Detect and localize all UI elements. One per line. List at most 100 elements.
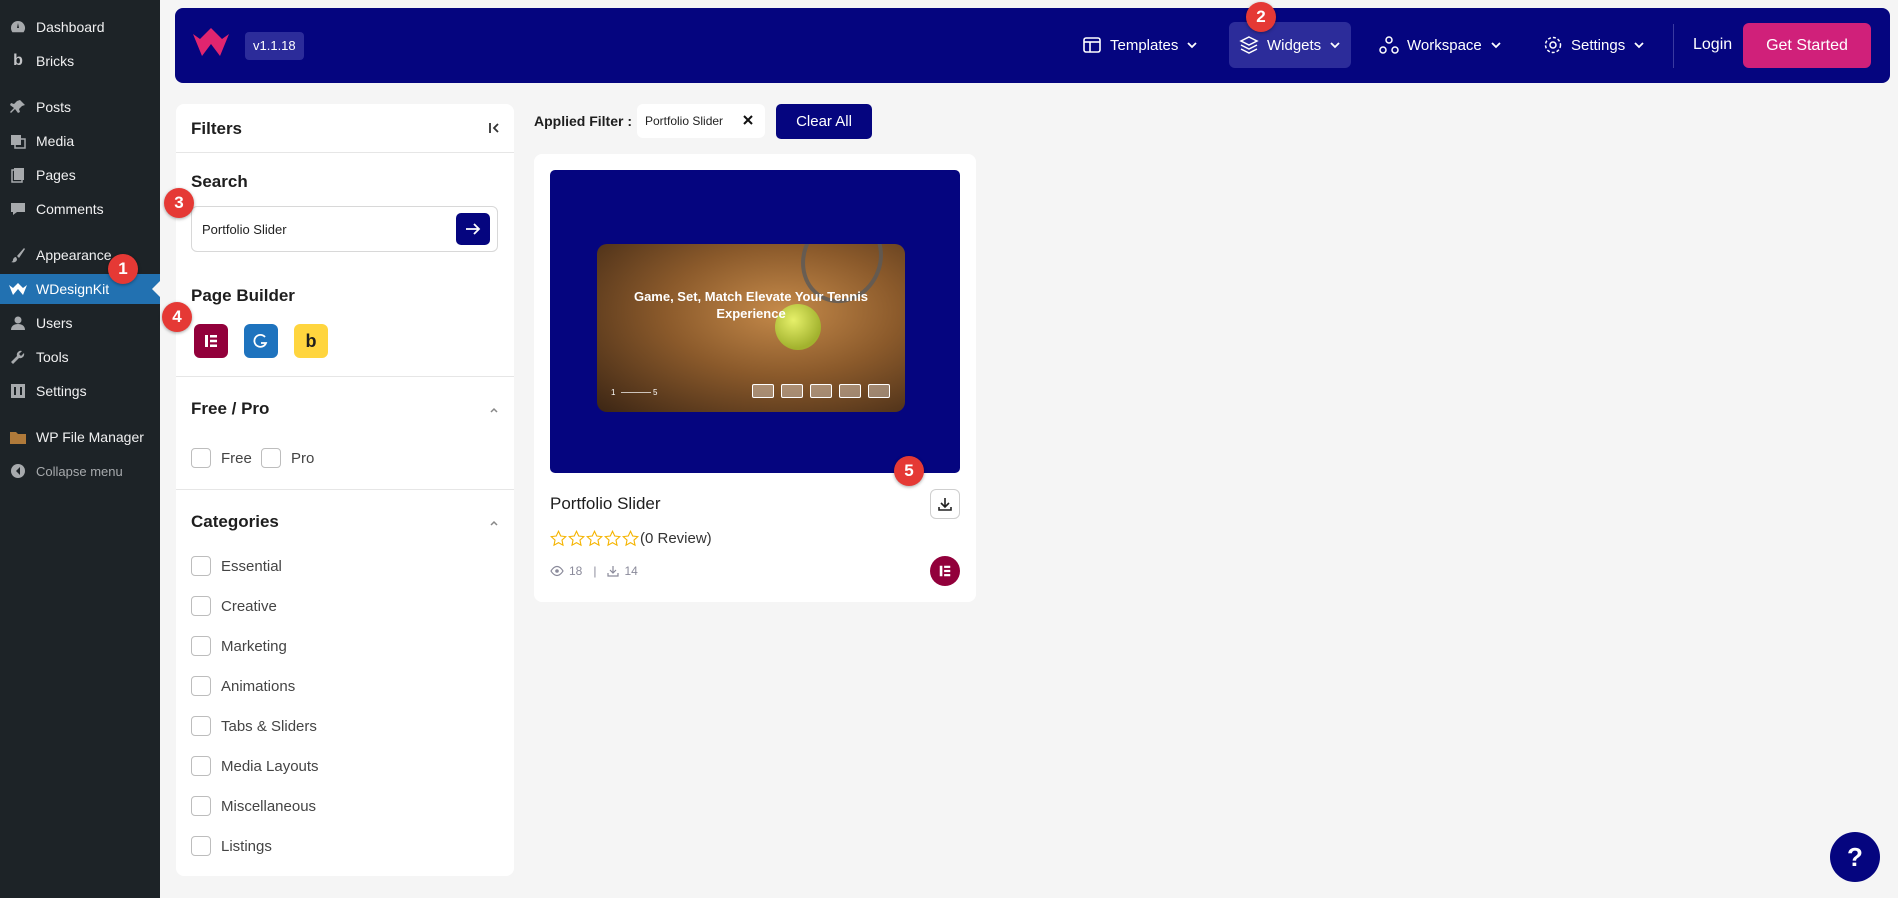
user-icon (8, 313, 28, 333)
nav-templates[interactable]: Templates (1072, 22, 1208, 68)
menu-label: Collapse menu (36, 463, 123, 479)
get-started-button[interactable]: Get Started (1743, 23, 1871, 68)
category-media-layouts[interactable]: Media Layouts (191, 756, 319, 776)
category-marketing[interactable]: Marketing (191, 636, 287, 656)
category-tabs-sliders[interactable]: Tabs & Sliders (191, 716, 317, 736)
gear-icon (1544, 36, 1562, 54)
nav-workspace[interactable]: Workspace (1369, 22, 1512, 68)
chevron-up-icon[interactable] (488, 517, 500, 529)
collapse-panel-icon[interactable] (484, 118, 504, 138)
slide-thumb (868, 384, 890, 398)
nav-label: Templates (1110, 36, 1179, 54)
step-marker-3: 3 (164, 188, 194, 218)
checkbox[interactable] (191, 676, 211, 696)
search-box (191, 206, 498, 252)
menu-collapse[interactable]: Collapse menu (0, 456, 160, 486)
download-button[interactable] (930, 489, 960, 519)
chevron-down-icon (1187, 42, 1198, 49)
widget-card[interactable]: Game, Set, Match Elevate Your Tennis Exp… (534, 154, 976, 602)
menu-posts[interactable]: Posts (0, 92, 160, 122)
category-essential[interactable]: Essential (191, 556, 282, 576)
view-count: 18 (569, 564, 583, 578)
checkbox-label: Essential (221, 557, 282, 575)
checkbox[interactable] (191, 796, 211, 816)
menu-label: Bricks (36, 53, 75, 69)
star-icon (622, 530, 639, 547)
category-miscellaneous[interactable]: Miscellaneous (191, 796, 316, 816)
search-input[interactable] (202, 219, 442, 239)
menu-bricks[interactable]: b Bricks (0, 46, 160, 76)
slide-thumb (810, 384, 832, 398)
slide-page-start: 1 (611, 388, 616, 397)
slide-page-end: 5 (653, 388, 658, 397)
widget-title[interactable]: Portfolio Slider (550, 494, 661, 514)
free-pro-title: Free / Pro (191, 399, 270, 418)
checkbox[interactable] (191, 756, 211, 776)
nav-label: Settings (1571, 36, 1626, 54)
elementor-filter-button[interactable] (194, 324, 228, 358)
menu-pages[interactable]: Pages (0, 160, 160, 190)
menu-wp-file-manager[interactable]: WP File Manager (0, 422, 160, 452)
checkbox[interactable] (261, 448, 281, 468)
menu-label: Pages (36, 167, 76, 183)
close-icon[interactable] (741, 113, 755, 127)
category-listings[interactable]: Listings (191, 836, 272, 856)
divider (176, 376, 514, 377)
search-submit-button[interactable] (456, 213, 490, 245)
page-builder-title: Page Builder (191, 286, 295, 305)
menu-label: WDesignKit (36, 281, 110, 297)
step-marker-2: 2 (1246, 2, 1276, 32)
menu-label: Tools (36, 349, 69, 365)
folder-icon (8, 427, 28, 447)
menu-label: Posts (36, 99, 72, 115)
category-creative[interactable]: Creative (191, 596, 277, 616)
login-link[interactable]: Login (1693, 36, 1732, 54)
slide-progress-line (621, 392, 651, 393)
wrench-icon (8, 347, 28, 367)
elementor-icon (939, 565, 951, 577)
menu-comments[interactable]: Comments (0, 194, 160, 224)
wdesignkit-logo[interactable] (193, 28, 237, 60)
slide-headline: Game, Set, Match Elevate Your Tennis Exp… (633, 289, 869, 321)
menu-media[interactable]: Media (0, 126, 160, 156)
nav-settings[interactable]: Settings (1533, 22, 1655, 68)
checkbox[interactable] (191, 596, 211, 616)
eye-icon (550, 565, 564, 577)
pro-checkbox[interactable]: Pro (261, 448, 314, 468)
arrow-right-icon (466, 223, 481, 235)
gutenberg-icon (253, 333, 268, 348)
widget-preview-image[interactable]: Game, Set, Match Elevate Your Tennis Exp… (550, 170, 960, 473)
elementor-badge (930, 556, 960, 586)
nav-widgets[interactable]: Widgets (1229, 22, 1352, 68)
checkbox[interactable] (191, 556, 211, 576)
bricks-filter-button[interactable]: b (294, 324, 328, 358)
rating-stars (550, 530, 639, 547)
help-button[interactable]: ? (1830, 832, 1880, 882)
checkbox[interactable] (191, 836, 211, 856)
checkbox[interactable] (191, 716, 211, 736)
menu-tools[interactable]: Tools (0, 342, 160, 372)
checkbox[interactable] (191, 636, 211, 656)
download-icon (938, 498, 952, 511)
step-marker-1: 1 (108, 254, 138, 284)
free-checkbox[interactable]: Free (191, 448, 252, 468)
slider-preview: Game, Set, Match Elevate Your Tennis Exp… (597, 244, 905, 412)
menu-users[interactable]: Users (0, 308, 160, 338)
review-count: (0 Review) (640, 530, 712, 547)
menu-settings[interactable]: Settings (0, 376, 160, 406)
gutenberg-filter-button[interactable] (244, 324, 278, 358)
comment-icon (8, 199, 28, 219)
nav-label: Workspace (1407, 36, 1482, 54)
nav-label: Widgets (1267, 36, 1322, 54)
checkbox[interactable] (191, 448, 211, 468)
slide-thumb (839, 384, 861, 398)
top-header: v1.1.18 Templates Widgets Workspace Sett… (175, 8, 1890, 83)
menu-wdesignkit[interactable]: WDesignKit (0, 274, 160, 304)
layers-icon (1239, 36, 1259, 54)
category-animations[interactable]: Animations (191, 676, 295, 696)
clear-all-button[interactable]: Clear All (776, 104, 872, 139)
chevron-up-icon[interactable] (488, 404, 500, 416)
menu-label: Appearance (36, 247, 112, 263)
chevron-down-icon (1634, 42, 1644, 49)
menu-dashboard[interactable]: Dashboard (0, 12, 160, 42)
